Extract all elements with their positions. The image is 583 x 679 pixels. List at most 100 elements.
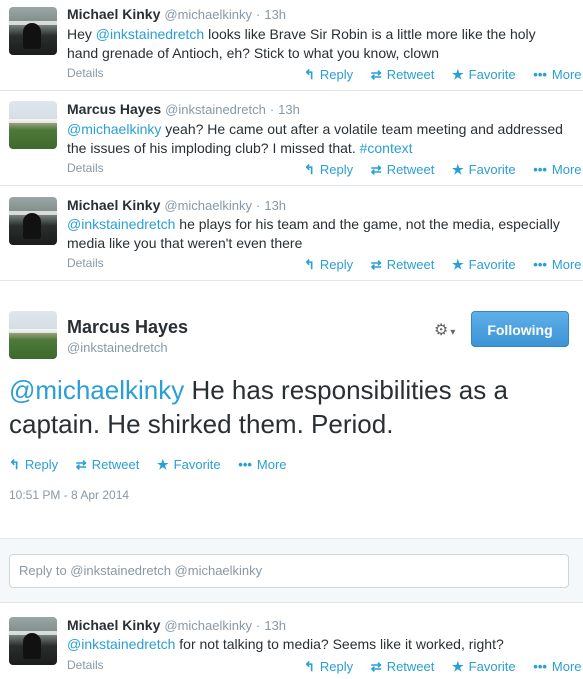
tweet-header: Marcus Hayes @inkstainedretch · 13h [67,101,300,117]
separator-dot: · [269,102,275,117]
tweet-actions: ↰ Reply ⇄ Retweet ★ Favorite ••• More [290,67,582,83]
retweet-button[interactable]: ⇄ Retweet [371,162,435,178]
tweet-header: Michael Kinky @michaelkinky · 13h [67,617,286,633]
text-part: He has responsibilities as a [184,375,508,405]
text-part: hand grenade of Antioch, eh? Stick to wh… [67,45,440,61]
author-handle[interactable]: @inkstainedretch [67,340,168,355]
tweet-text: @inkstainedretch for not talking to medi… [67,635,567,654]
author-handle[interactable]: @inkstainedretch [165,102,266,117]
retweet-icon: ⇄ [370,162,382,177]
retweet-icon: ⇄ [370,659,382,674]
mention-link[interactable]: @inkstainedretch [67,216,175,232]
favorite-button[interactable]: ★ Favorite [452,162,516,178]
tweet-actions: ↰ Reply ⇄ Retweet ★ Favorite ••• More [290,659,582,675]
tweet-header: Marcus Hayes [67,317,188,338]
reply-arrow-icon: ↰ [304,257,315,272]
tweet-time[interactable]: 13h [264,618,286,633]
separator-dot: · [256,7,261,22]
text-part: looks like Brave Sir Robin is a little m… [204,26,536,42]
reply-button[interactable]: ↰ Reply [304,162,353,178]
details-link[interactable]: Details [67,66,104,80]
tweet-text: @michaelkinky yeah? He came out after a … [67,120,567,158]
author-handle[interactable]: @michaelkinky [164,618,252,633]
avatar[interactable] [9,7,57,55]
details-link[interactable]: Details [67,256,104,270]
reply-button[interactable]: ↰ Reply [304,659,353,675]
tweet-item[interactable]: Michael Kinky @michaelkinky · 13h @inkstain… [0,186,583,281]
avatar[interactable] [9,197,57,245]
retweet-icon: ⇄ [370,67,382,82]
tweet-item[interactable]: Michael Kinky @michaelkinky · 13h Hey @inks… [0,0,583,91]
avatar[interactable] [9,617,57,665]
retweet-icon: ⇄ [370,257,382,272]
reply-button[interactable]: ↰ Reply [9,457,58,473]
ellipsis-icon: ••• [533,659,547,674]
details-link[interactable]: Details [67,161,104,175]
tweet-time[interactable]: 13h [278,102,300,117]
tweet-item[interactable]: Marcus Hayes @inkstainedretch · 13h @michae… [0,91,583,186]
author-name[interactable]: Michael Kinky [67,197,160,213]
separator-dot: · [256,618,261,633]
favorite-button[interactable]: ★ Favorite [452,659,516,675]
focused-tweet-text: @michaelkinky He has responsibilities as… [9,373,569,441]
chevron-down-icon: ▾ [450,327,456,338]
favorite-button[interactable]: ★ Favorite [157,457,221,473]
tweet-time[interactable]: 13h [264,198,286,213]
tweet-timestamp[interactable]: 10:51 PM - 8 Apr 2014 [9,488,129,502]
star-icon: ★ [452,659,464,674]
author-name[interactable]: Michael Kinky [67,617,160,633]
author-handle[interactable]: @michaelkinky [164,198,252,213]
more-button[interactable]: ••• More [533,257,581,272]
author-name[interactable]: Marcus Hayes [67,317,188,337]
mention-link[interactable]: @inkstainedretch [67,636,175,652]
star-icon: ★ [452,162,464,177]
tweet-text: @inkstainedretch he plays for his team a… [67,215,567,253]
retweet-button[interactable]: ⇄ Retweet [76,457,140,473]
tweet-actions: ↰ Reply ⇄ Retweet ★ Favorite ••• More [0,457,287,473]
retweet-button[interactable]: ⇄ Retweet [371,659,435,675]
author-name[interactable]: Marcus Hayes [67,101,161,117]
reply-input[interactable]: Reply to @inkstainedretch @michaelkinky [9,554,569,588]
ellipsis-icon: ••• [533,162,547,177]
mention-link[interactable]: @inkstainedretch [96,26,204,42]
text-part: media like you that weren't even there [67,235,303,251]
separator-dot: · [256,198,261,213]
following-button[interactable]: Following [471,311,569,347]
hashtag-link[interactable]: #context [360,140,413,156]
favorite-button[interactable]: ★ Favorite [452,257,516,273]
more-button[interactable]: ••• More [533,67,581,82]
author-name[interactable]: Michael Kinky [67,6,160,22]
tweet-item[interactable]: Michael Kinky @michaelkinky · 13h @inkstain… [0,603,583,679]
reply-arrow-icon: ↰ [304,67,315,82]
avatar[interactable] [9,101,57,149]
tweet-actions: ↰ Reply ⇄ Retweet ★ Favorite ••• More [290,162,582,178]
tweet-header: Michael Kinky @michaelkinky · 13h [67,6,286,22]
ellipsis-icon: ••• [533,67,547,82]
favorite-button[interactable]: ★ Favorite [452,67,516,83]
author-handle[interactable]: @michaelkinky [164,7,252,22]
reply-button[interactable]: ↰ Reply [304,67,353,83]
tweet-text: Hey @inkstainedretch looks like Brave Si… [67,25,567,63]
reply-arrow-icon: ↰ [9,457,20,472]
reply-button[interactable]: ↰ Reply [304,257,353,273]
reply-area: Reply to @inkstainedretch @michaelkinky [0,538,583,603]
mention-link[interactable]: @michaelkinky [67,121,161,137]
text-part: the issues of his imploding club? I miss… [67,140,360,156]
star-icon: ★ [452,257,464,272]
star-icon: ★ [452,67,464,82]
retweet-icon: ⇄ [75,457,87,472]
more-button[interactable]: ••• More [533,162,581,177]
tweet-actions: ↰ Reply ⇄ Retweet ★ Favorite ••• More [290,257,582,273]
more-button[interactable]: ••• More [533,659,581,674]
tweet-time[interactable]: 13h [264,7,286,22]
ellipsis-icon: ••• [238,457,252,472]
avatar[interactable] [9,311,57,359]
retweet-button[interactable]: ⇄ Retweet [371,257,435,273]
retweet-button[interactable]: ⇄ Retweet [371,67,435,83]
gear-icon[interactable]: ⚙ ▾ [434,320,455,340]
more-button[interactable]: ••• More [238,457,286,472]
details-link[interactable]: Details [67,658,104,672]
mention-link[interactable]: @michaelkinky [9,375,184,405]
tweet-header: Michael Kinky @michaelkinky · 13h [67,197,286,213]
text-part: he plays for his team and the game, not … [175,216,560,232]
